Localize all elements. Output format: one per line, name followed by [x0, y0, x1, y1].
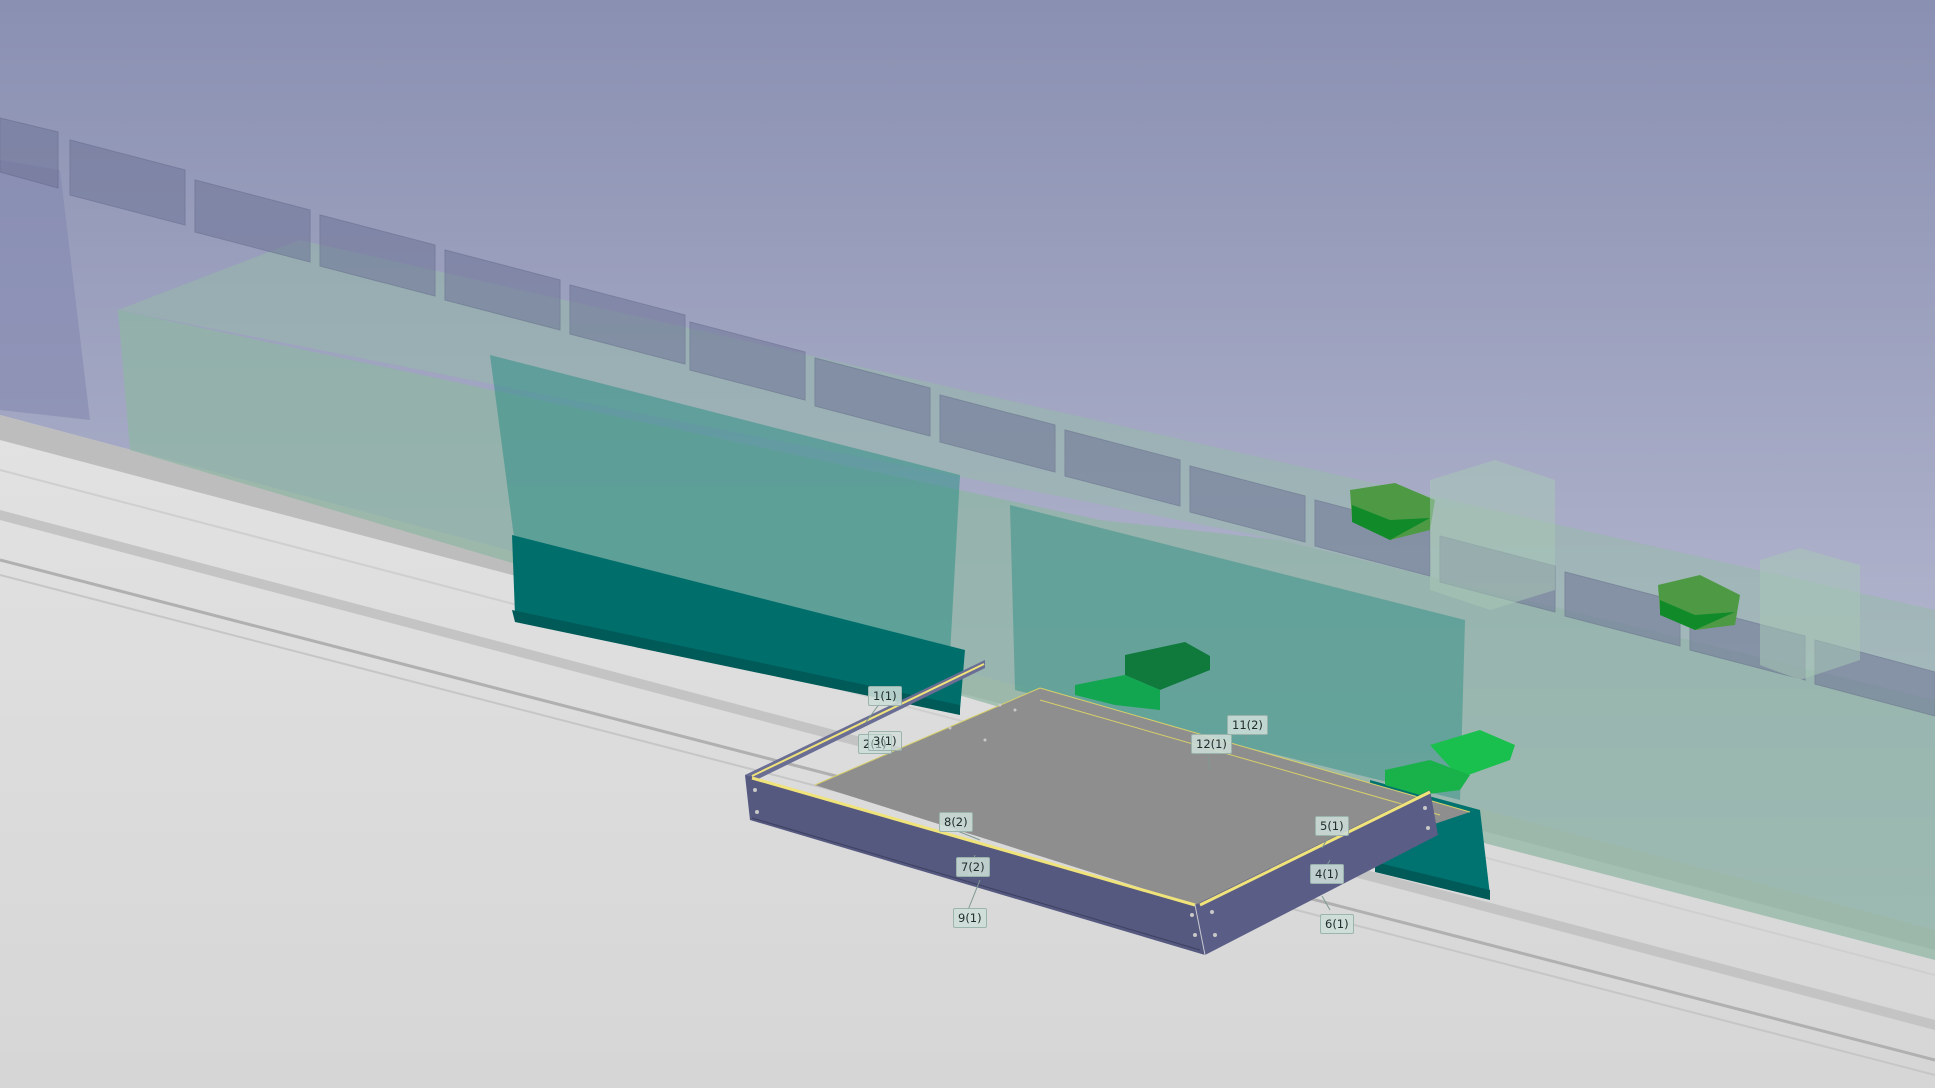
- balloon-4[interactable]: 4(1): [1310, 864, 1344, 884]
- balloon-3[interactable]: 3(1): [868, 731, 902, 751]
- balloon-5[interactable]: 5(1): [1315, 816, 1349, 836]
- balloon-8[interactable]: 8(2): [939, 812, 973, 832]
- balloon-7[interactable]: 7(2): [956, 857, 990, 877]
- balloon-1[interactable]: 1(1): [868, 686, 902, 706]
- balloon-6[interactable]: 6(1): [1320, 914, 1354, 934]
- balloon-9[interactable]: 9(1): [953, 908, 987, 928]
- ghost-box-right-1: [1430, 460, 1555, 610]
- ghost-box-right-2: [1760, 548, 1860, 680]
- cad-3d-viewport[interactable]: 1(1) 2(1) 3(1) 8(2) 7(2) 9(1) 11(2) 12(1…: [0, 0, 1935, 1088]
- balloon-11[interactable]: 11(2): [1227, 715, 1268, 735]
- balloon-12[interactable]: 12(1): [1191, 734, 1232, 754]
